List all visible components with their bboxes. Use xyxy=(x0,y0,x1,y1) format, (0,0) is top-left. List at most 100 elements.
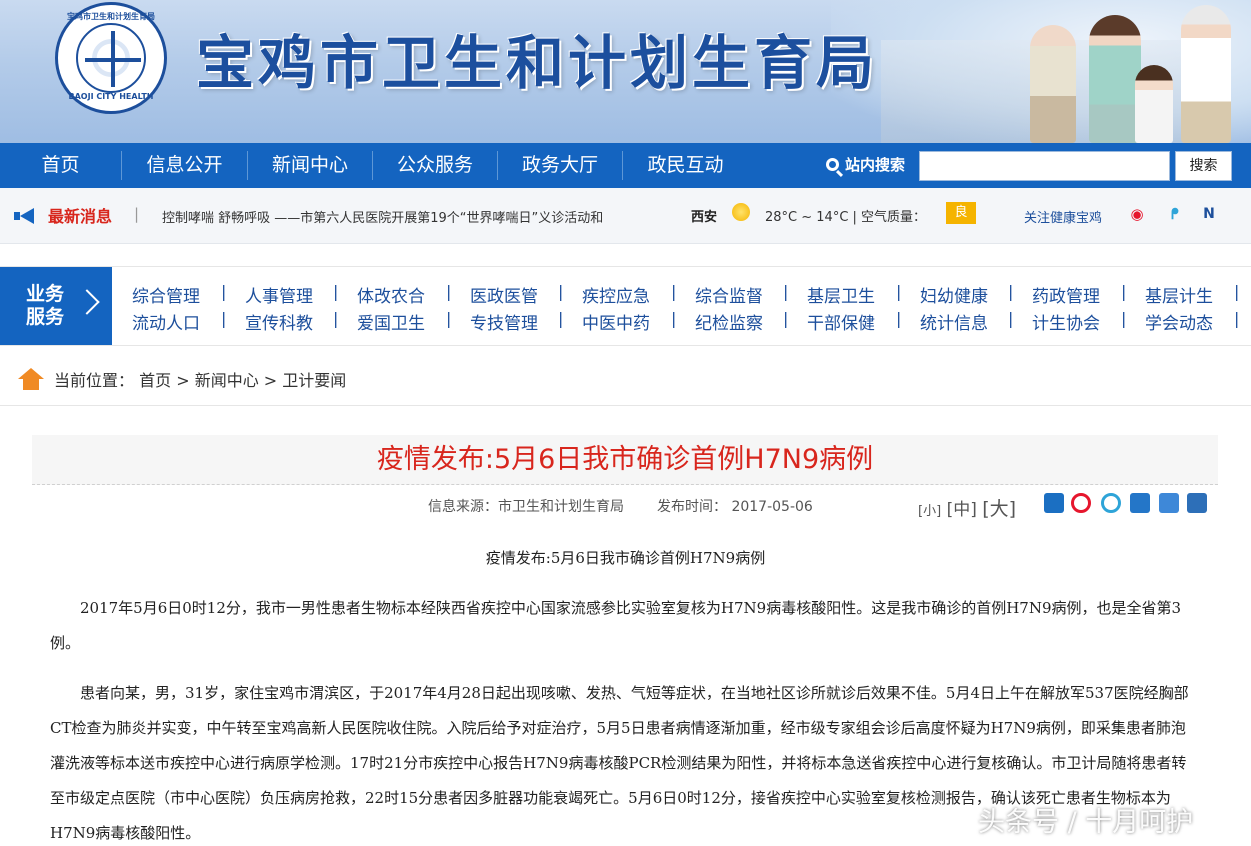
copy-share-icon[interactable] xyxy=(1159,493,1179,513)
business-nav: 业务服务 综合管理 | 人事管理 | 体改农合 | 医政医管 | 疾控应急 | … xyxy=(0,266,1251,346)
biz-pipe: | xyxy=(783,282,789,301)
biz-pipe: | xyxy=(1234,309,1240,328)
add-share-icon[interactable] xyxy=(1044,493,1064,513)
logo-emblem-icon xyxy=(76,23,146,93)
biz-link-technical[interactable]: 专技管理 xyxy=(470,309,538,334)
latest-news-label: 最新消息 xyxy=(48,207,113,226)
biz-link-cadre-health[interactable]: 干部保健 xyxy=(807,309,875,334)
megaphone-icon xyxy=(14,208,36,224)
nav-item-news[interactable]: 新闻中心 xyxy=(248,143,372,188)
search-icon xyxy=(826,158,839,171)
business-tag-label: 业务服务 xyxy=(26,283,65,328)
biz-link-supervision[interactable]: 综合监督 xyxy=(695,282,763,307)
site-title: 宝鸡市卫生和计划生育局 xyxy=(196,29,879,97)
nav-item-interaction[interactable]: 政民互动 xyxy=(623,143,748,188)
nav-item-info[interactable]: 信息公开 xyxy=(122,143,247,188)
biz-link-patriotic-health[interactable]: 爱国卫生 xyxy=(357,309,425,334)
article-source: 信息来源：市卫生和计划生育局 xyxy=(428,499,624,515)
print-icon[interactable] xyxy=(1187,493,1207,513)
biz-link-disease-control[interactable]: 疾控应急 xyxy=(582,282,650,307)
air-quality-badge: 良 xyxy=(946,202,976,224)
breadcrumb-text: 当前位置： 首页 > 新闻中心 > 卫计要闻 xyxy=(54,367,346,391)
news-ticker: 最新消息 | 控制哮喘 舒畅呼吸 ——市第六人民医院开展第19个“世界哮喘日”义… xyxy=(0,188,1251,244)
biz-link-reform[interactable]: 体改农合 xyxy=(357,282,425,307)
nav-item-public-service[interactable]: 公众服务 xyxy=(373,143,497,188)
biz-link-statistics[interactable]: 统计信息 xyxy=(920,309,988,334)
ticker-separator: | xyxy=(134,205,140,223)
biz-pipe: | xyxy=(221,309,227,328)
biz-pipe: | xyxy=(896,309,902,328)
biz-link-comprehensive-management[interactable]: 综合管理 xyxy=(132,282,200,307)
biz-link-discipline[interactable]: 纪检监察 xyxy=(695,309,763,334)
biz-pipe: | xyxy=(671,282,677,301)
site-search-label: 站内搜索 xyxy=(826,143,905,188)
biz-pipe: | xyxy=(783,309,789,328)
search-button[interactable]: 搜索 xyxy=(1175,151,1232,181)
biz-pipe: | xyxy=(896,282,902,301)
chevron-right-icon xyxy=(74,289,100,315)
biz-pipe: | xyxy=(1121,309,1127,328)
business-tag: 业务服务 xyxy=(0,267,112,345)
biz-pipe: | xyxy=(446,282,452,301)
font-large-button[interactable]: [大] xyxy=(982,498,1016,520)
biz-link-society-news[interactable]: 学会动态 xyxy=(1145,309,1213,334)
breadcrumb-label: 当前位置： xyxy=(54,371,135,390)
biz-link-drug-admin[interactable]: 药政管理 xyxy=(1032,282,1100,307)
watermark: 头条号 / 十月呵护 xyxy=(978,807,1194,838)
follow-label: 关注健康宝鸡 xyxy=(1024,211,1103,226)
biz-link-personnel[interactable]: 人事管理 xyxy=(245,282,313,307)
biz-pipe: | xyxy=(558,309,564,328)
news-share-icon[interactable] xyxy=(1130,493,1150,513)
banner-person xyxy=(1030,25,1076,143)
main-nav: 首页 信息公开 新闻中心 公众服务 政务大厅 政民互动 站内搜索 搜索 xyxy=(0,143,1251,188)
weather-temperature: 28°C ~ 14°C | 空气质量： xyxy=(765,210,927,225)
logo-bottom-text: BAOJI CITY HEALTH xyxy=(68,92,154,101)
biz-pipe: | xyxy=(558,282,564,301)
breadcrumb-path[interactable]: 首页 > 新闻中心 > 卫计要闻 xyxy=(139,371,346,390)
article-paragraph: 2017年5月6日0时12分，我市一男性患者生物标本经陕西省疾控中心国家流感参比… xyxy=(50,599,1182,652)
biz-link-maternal-child[interactable]: 妇幼健康 xyxy=(920,282,988,307)
biz-pipe: | xyxy=(1234,282,1240,301)
biz-pipe: | xyxy=(1008,282,1014,301)
biz-pipe: | xyxy=(1008,309,1014,328)
weibo-share-icon[interactable] xyxy=(1071,493,1091,513)
biz-link-primary-health[interactable]: 基层卫生 xyxy=(807,282,875,307)
banner-person xyxy=(1089,15,1141,143)
sunny-icon xyxy=(732,203,750,221)
biz-link-publicity[interactable]: 宣传科教 xyxy=(245,309,313,334)
logo-top-text: 宝鸡市卫生和计划生育局 xyxy=(67,12,155,21)
qzone-share-icon[interactable] xyxy=(1101,493,1121,513)
biz-pipe: | xyxy=(333,282,339,301)
font-small-button[interactable]: [小] xyxy=(918,504,941,519)
home-icon xyxy=(18,368,44,390)
biz-link-medical-admin[interactable]: 医政医管 xyxy=(470,282,538,307)
article-title: 疫情发布:5月6日我市确诊首例H7N9病例 xyxy=(376,444,874,475)
article-subhead: 疫情发布:5月6日我市确诊首例H7N9病例 xyxy=(485,549,766,567)
article-date: 发布时间： 2017-05-06 xyxy=(657,499,813,515)
biz-pipe: | xyxy=(1121,282,1127,301)
search-input[interactable] xyxy=(919,151,1170,181)
biz-link-fp-association[interactable]: 计生协会 xyxy=(1032,309,1100,334)
weibo-icon[interactable]: ◉ xyxy=(1125,203,1149,225)
biz-pipe: | xyxy=(671,309,677,328)
biz-pipe: | xyxy=(333,309,339,328)
ticker-headline[interactable]: 控制哮喘 舒畅呼吸 ——市第六人民医院开展第19个“世界哮喘日”义诊活动和 xyxy=(162,207,678,226)
biz-link-floating-population[interactable]: 流动人口 xyxy=(132,309,200,334)
site-logo[interactable]: 宝鸡市卫生和计划生育局 BAOJI CITY HEALTH xyxy=(55,2,167,114)
netease-news-icon[interactable]: N xyxy=(1197,203,1221,225)
breadcrumb: 当前位置： 首页 > 新闻中心 > 卫计要闻 xyxy=(0,346,1251,406)
font-size-switcher: [小] [中] [大] xyxy=(918,494,1016,521)
article-title-box: 疫情发布:5月6日我市确诊首例H7N9病例 xyxy=(32,435,1218,485)
banner-person xyxy=(1135,65,1173,143)
banner-person xyxy=(1181,5,1231,143)
weather-city: 西安 xyxy=(691,210,718,225)
tencent-weibo-icon[interactable]: ᖰ xyxy=(1163,203,1187,225)
nav-item-government-hall[interactable]: 政务大厅 xyxy=(498,143,622,188)
nav-item-home[interactable]: 首页 xyxy=(0,143,121,188)
biz-link-tcm[interactable]: 中医中药 xyxy=(582,309,650,334)
biz-pipe: | xyxy=(221,282,227,301)
biz-pipe: | xyxy=(446,309,452,328)
header-banner: 宝鸡市卫生和计划生育局 BAOJI CITY HEALTH 宝鸡市卫生和计划生育… xyxy=(0,0,1251,143)
font-medium-button[interactable]: [中] xyxy=(947,500,977,520)
biz-link-family-planning[interactable]: 基层计生 xyxy=(1145,282,1213,307)
